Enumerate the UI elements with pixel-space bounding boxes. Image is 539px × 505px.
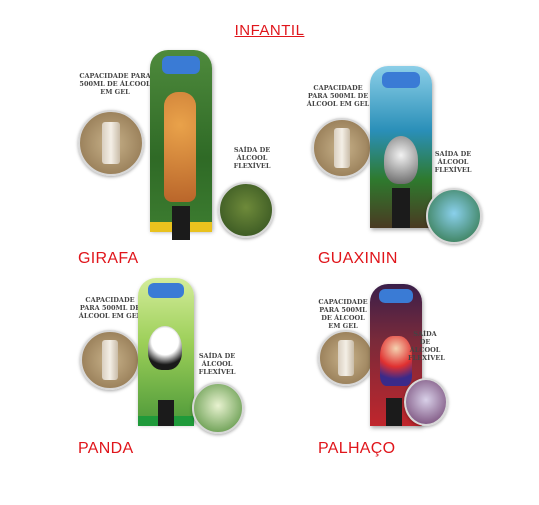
capacity-caption: CAPACIDADE PARA 500ML DE ÁLCOOL EM GEL: [79, 72, 151, 96]
bottle-holder: [392, 188, 410, 228]
panda-illustration: [148, 326, 182, 370]
outlet-caption: SAÍDA DE ÁLCOOL FLEXÍVEL: [233, 146, 271, 170]
bottle-holder: [172, 206, 190, 240]
bottle-holder: [386, 398, 402, 426]
brand-logo: [162, 56, 200, 74]
capacity-caption: CAPACIDADE PARA 500ML DE ÁLCOOL EM GEL: [306, 84, 370, 108]
product-label: PALHAÇO: [318, 440, 396, 457]
bottle-detail-image: [312, 118, 372, 178]
giraffe-illustration: [164, 92, 196, 202]
outlet-detail-image: [404, 378, 448, 426]
brand-logo: [379, 289, 413, 303]
product-label: GIRAFA: [78, 250, 139, 267]
bottle-detail-image: [78, 110, 144, 176]
outlet-caption: SAÍDA DE ÁLCOOL FLEXÍVEL: [434, 150, 472, 174]
brand-logo: [148, 283, 184, 298]
outlet-caption: SAÍDA DE ÁLCOOL FLEXÍVEL: [408, 330, 445, 362]
capacity-caption: CAPACIDADE PARA 500ML DE ÁLCOOL EM GEL: [78, 296, 142, 320]
product-label: PANDA: [78, 440, 134, 457]
outlet-detail-image: [426, 188, 482, 244]
outlet-detail-image: [192, 382, 244, 434]
outlet-detail-image: [218, 182, 274, 238]
dispenser-panel: [150, 50, 212, 230]
bottle-holder: [158, 400, 174, 426]
product-label: GUAXININ: [318, 250, 398, 267]
outlet-caption: SAÍDA DE ÁLCOOL FLEXÍVEL: [198, 352, 236, 376]
bottle-detail-image: [80, 330, 140, 390]
raccoon-illustration: [384, 136, 418, 184]
capacity-caption: CAPACIDADE PARA 500ML DE ÁLCOOL EM GEL: [318, 298, 368, 330]
bottle-detail-image: [318, 330, 374, 386]
brand-logo: [382, 72, 420, 88]
page-title: INFANTIL: [234, 22, 305, 39]
